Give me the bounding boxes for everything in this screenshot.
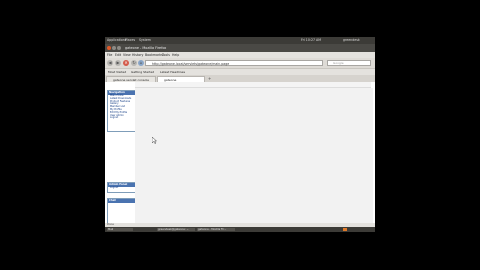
user-menu[interactable]: greendesk (343, 37, 360, 44)
minimize-icon[interactable] (112, 46, 116, 50)
reload-button[interactable]: ↻ (131, 60, 137, 66)
mouse-cursor-icon (152, 137, 157, 144)
desktop-screen: Applications Places System Fri 10:27 AM … (105, 37, 375, 232)
back-button[interactable]: ◀ (107, 60, 113, 66)
navigation-toolbar: ◀ ▶ ✕ ↻ ⌂ http://gateone.local/servlets/… (105, 58, 375, 69)
menu-places[interactable]: Places (125, 37, 135, 44)
navigation-panel: Navigation Main Home Latest Downloads Pr… (107, 90, 136, 132)
sidebar: Navigation Main Home Latest Downloads Pr… (105, 82, 136, 232)
search-input[interactable]: Google (327, 60, 371, 66)
menu-system[interactable]: System (139, 37, 151, 44)
back-icon: ◀ (108, 60, 112, 65)
taskbar: Mail greendesk@gateone: ~ gateone - Mozi… (105, 227, 375, 232)
menu-applications[interactable]: Applications (107, 37, 126, 44)
window-titlebar[interactable]: gateone - Mozilla Firefox (105, 44, 375, 52)
stop-button[interactable]: ✕ (123, 60, 129, 66)
new-tab-icon[interactable]: + (208, 76, 211, 81)
top-panel: Applications Places System Fri 10:27 AM … (105, 37, 375, 44)
admin-panel: Admin Panel Logout (107, 182, 136, 193)
task-terminal[interactable]: greendesk@gateone: ~ (157, 228, 195, 231)
task-mail[interactable]: Mail (107, 228, 133, 231)
url-text: http://gateone.local/servlets/gateone/ma… (152, 62, 230, 66)
nav-link[interactable]: Logout (108, 117, 135, 120)
maximize-icon[interactable] (117, 46, 121, 50)
forward-button[interactable]: ▶ (115, 60, 121, 66)
trash-icon[interactable] (343, 228, 347, 231)
url-bar[interactable]: http://gateone.local/servlets/gateone/ma… (145, 60, 323, 66)
search-placeholder: Google (333, 61, 344, 65)
chat-header: Chat (108, 199, 135, 203)
window-title: gateone - Mozilla Firefox (125, 46, 167, 50)
main-area (135, 88, 373, 223)
close-icon[interactable] (107, 46, 111, 50)
clock[interactable]: Fri 10:27 AM (301, 37, 321, 44)
page-content: Navigation Main Home Latest Downloads Pr… (105, 82, 375, 232)
forward-icon: ▶ (116, 60, 120, 65)
admin-link[interactable]: Logout (108, 186, 135, 190)
tab-bar: gateone servlet console gateone + (105, 75, 375, 82)
home-button[interactable]: ⌂ (138, 60, 144, 66)
status-text: Done (107, 223, 114, 226)
task-firefox[interactable]: gateone - Mozilla Fir... (197, 228, 235, 231)
